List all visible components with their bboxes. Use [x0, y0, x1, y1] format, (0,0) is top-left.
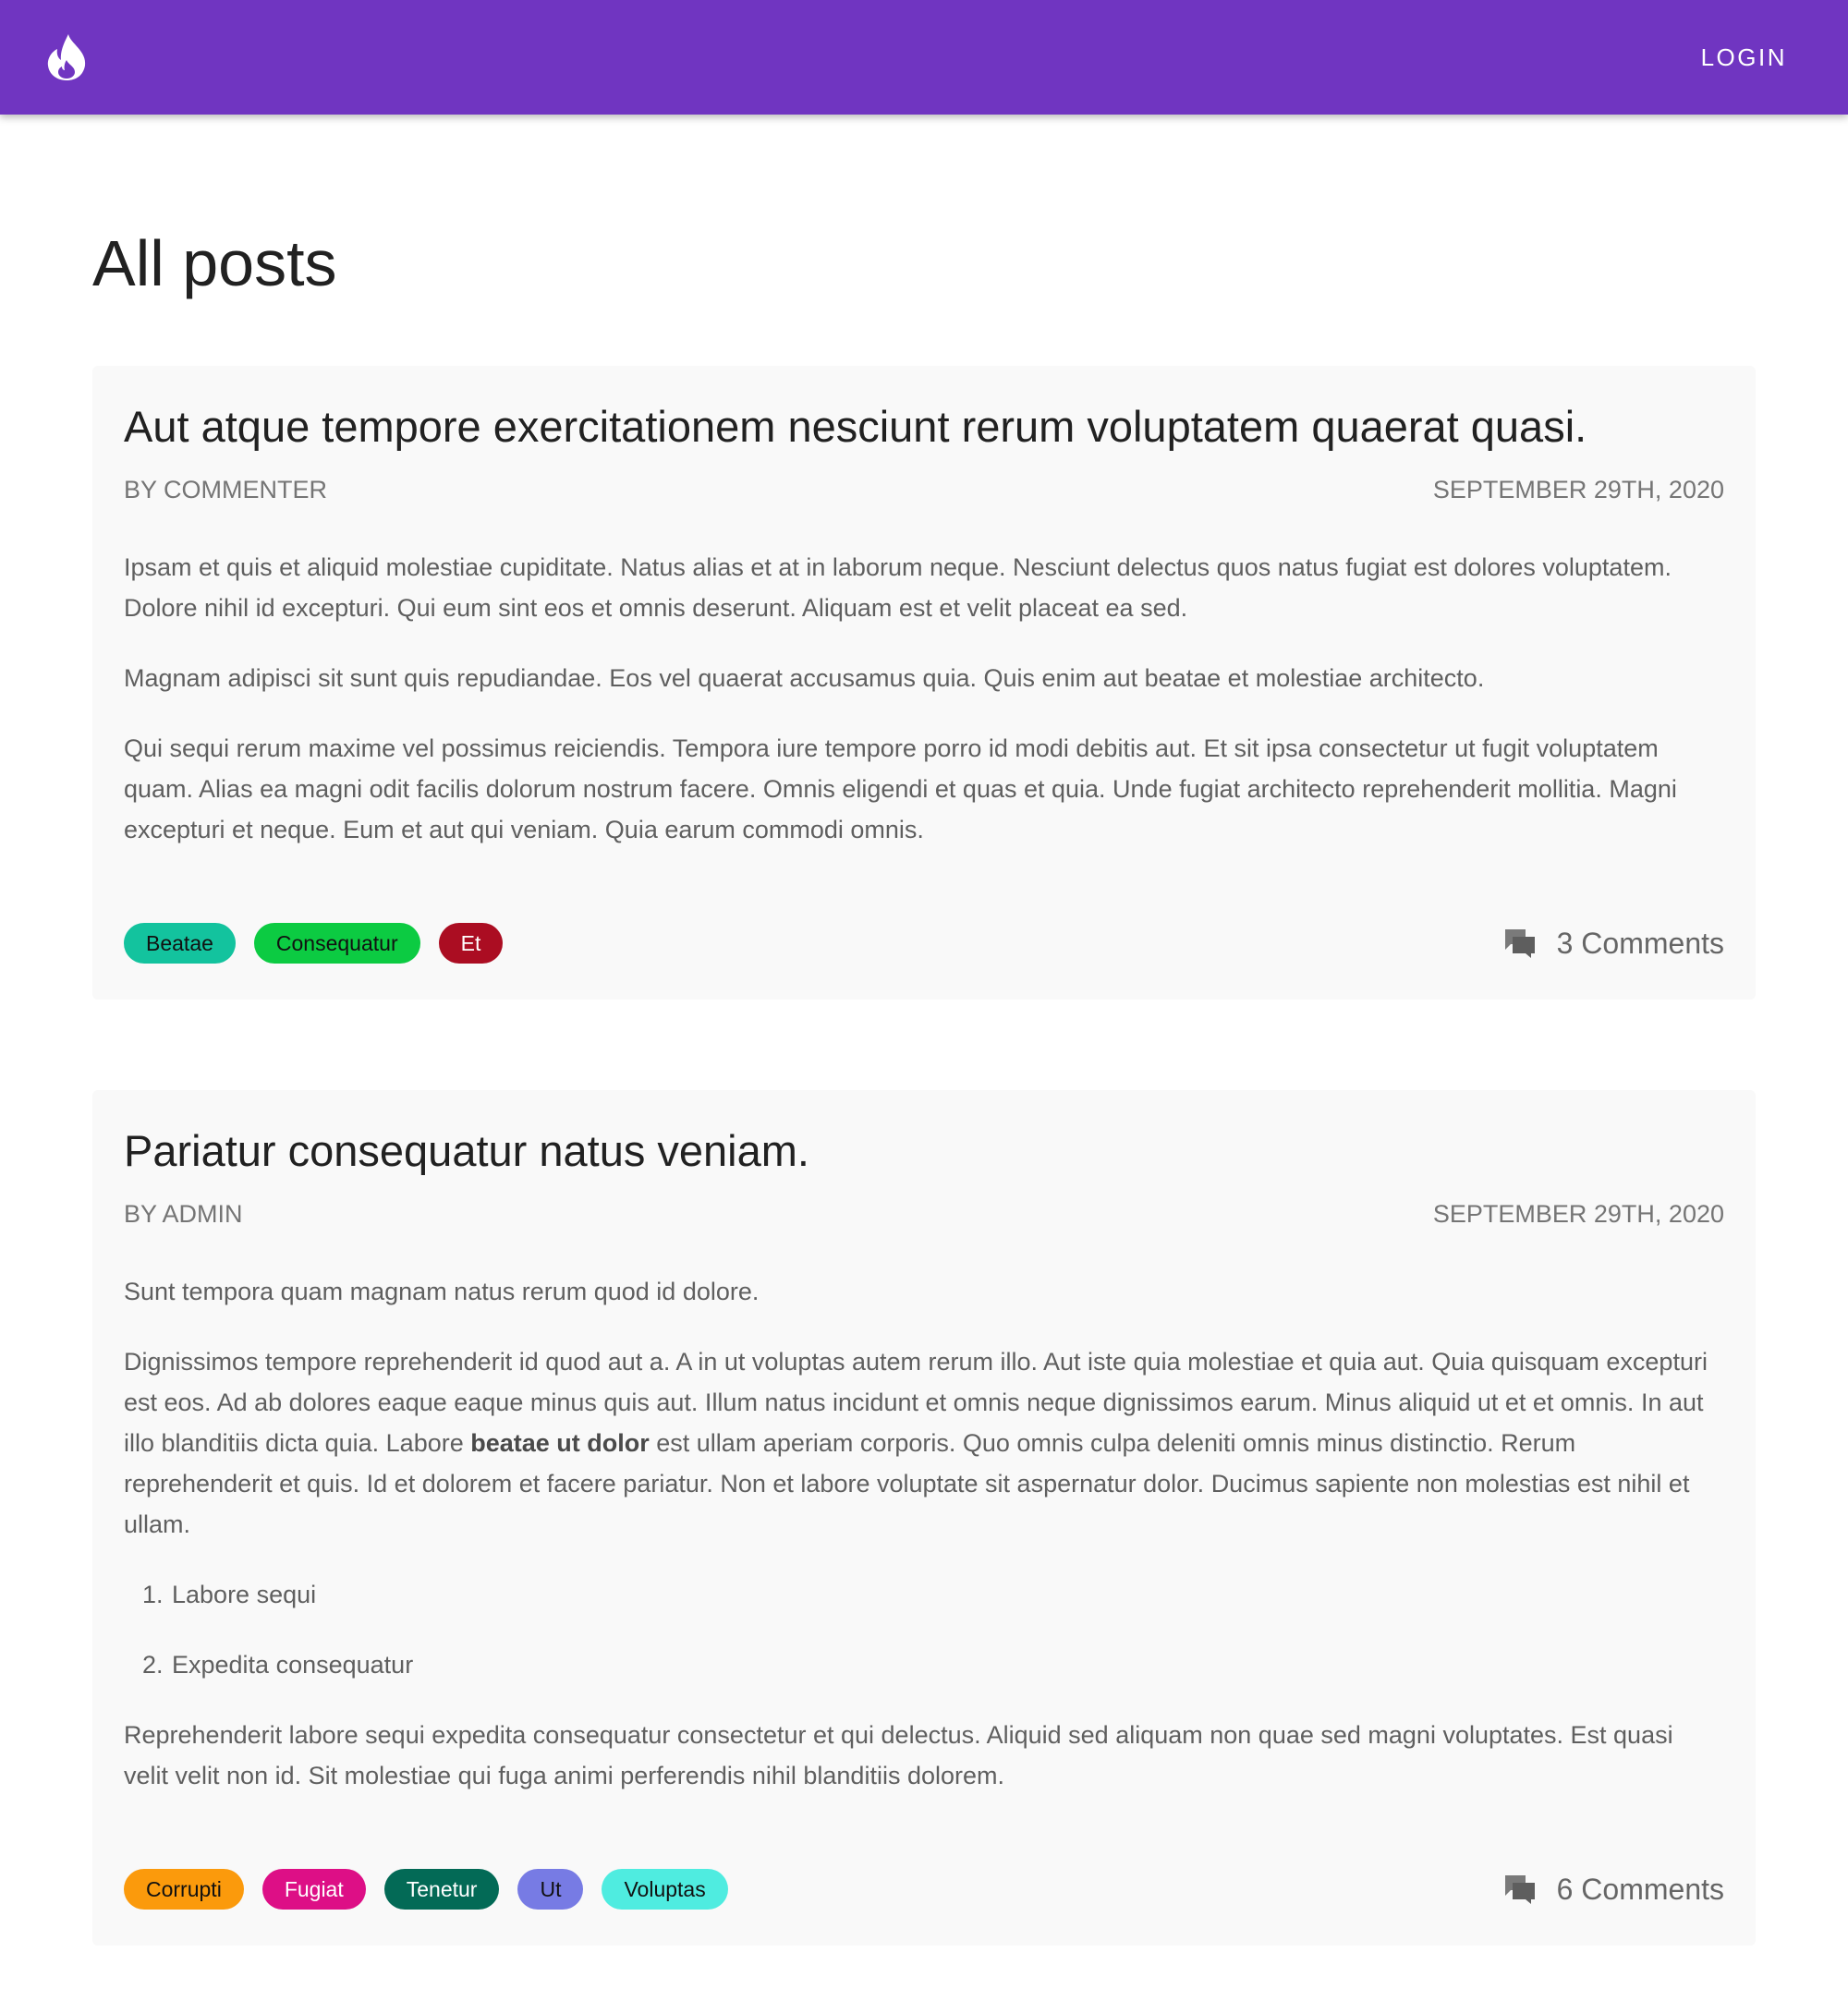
post-card: Pariatur consequatur natus veniam. By ad… [92, 1090, 1756, 1946]
post-footer: Corrupti Fugiat Tenetur Ut Voluptas 6 Co… [124, 1869, 1724, 1915]
comments-icon [1504, 929, 1535, 958]
post-paragraph: Magnam adipisci sit sunt quis repudianda… [124, 664, 1485, 692]
post-date: September 29th, 2020 [1432, 1200, 1724, 1228]
tag-chip[interactable]: Fugiat [261, 1869, 366, 1910]
post-paragraph: Sunt tempora quam magnam natus rerum quo… [124, 1278, 760, 1305]
post-content: Sunt tempora quam magnam natus rerum quo… [124, 1271, 1724, 1796]
comments-icon [1504, 1875, 1535, 1904]
page-title: All posts [92, 227, 337, 299]
bold-text: beatae ut dolor [470, 1429, 650, 1457]
comments-count: 3 Comments [1556, 927, 1724, 960]
tag-chip[interactable]: Et [438, 923, 504, 964]
post-paragraph: Qui sequi rerum maxime vel possimus reic… [124, 734, 1677, 843]
comments-link[interactable]: 3 Comments [1503, 923, 1724, 964]
post-footer: Beatae Consequatur Et 3 Comments [124, 923, 1724, 969]
post-author: By commenter [124, 476, 328, 503]
post-author: By admin [124, 1200, 243, 1228]
post-meta: By admin September 29th, 2020 [124, 1195, 1724, 1232]
tag-list: Beatae Consequatur Et [124, 923, 504, 964]
tag-chip[interactable]: Consequatur [253, 923, 420, 964]
post-meta: By commenter September 29th, 2020 [124, 471, 1724, 508]
login-button[interactable]: LOGIN [1696, 35, 1793, 79]
ordered-list: Labore sequi Expedita consequatur [124, 1574, 1724, 1685]
tag-chip[interactable]: Tenetur [383, 1869, 500, 1910]
post-title[interactable]: Pariatur consequatur natus veniam. [124, 1090, 1724, 1179]
list-item: Expedita consequatur [170, 1644, 1724, 1685]
flame-icon[interactable] [44, 32, 89, 82]
comments-link[interactable]: 6 Comments [1503, 1869, 1724, 1910]
tag-chip[interactable]: Ut [517, 1869, 584, 1910]
post-title[interactable]: Aut atque tempore exercitationem nesciun… [124, 366, 1724, 455]
app-bar: LOGIN [0, 0, 1848, 115]
post-date: September 29th, 2020 [1432, 476, 1724, 503]
post-paragraph: Ipsam et quis et aliquid molestiae cupid… [124, 553, 1672, 622]
post-paragraph: Reprehenderit labore sequi expedita cons… [124, 1721, 1673, 1789]
tag-chip[interactable]: Corrupti [124, 1869, 244, 1910]
post-content: Ipsam et quis et aliquid molestiae cupid… [124, 547, 1724, 850]
list-item: Labore sequi [170, 1574, 1724, 1615]
post-paragraph: Dignissimos tempore reprehenderit id quo… [124, 1341, 1724, 1545]
tag-chip[interactable]: Beatae [124, 923, 236, 964]
comments-count: 6 Comments [1556, 1873, 1724, 1906]
tag-chip[interactable]: Voluptas [602, 1869, 728, 1910]
tag-list: Corrupti Fugiat Tenetur Ut Voluptas [124, 1869, 728, 1910]
post-card: Aut atque tempore exercitationem nesciun… [92, 366, 1756, 1000]
